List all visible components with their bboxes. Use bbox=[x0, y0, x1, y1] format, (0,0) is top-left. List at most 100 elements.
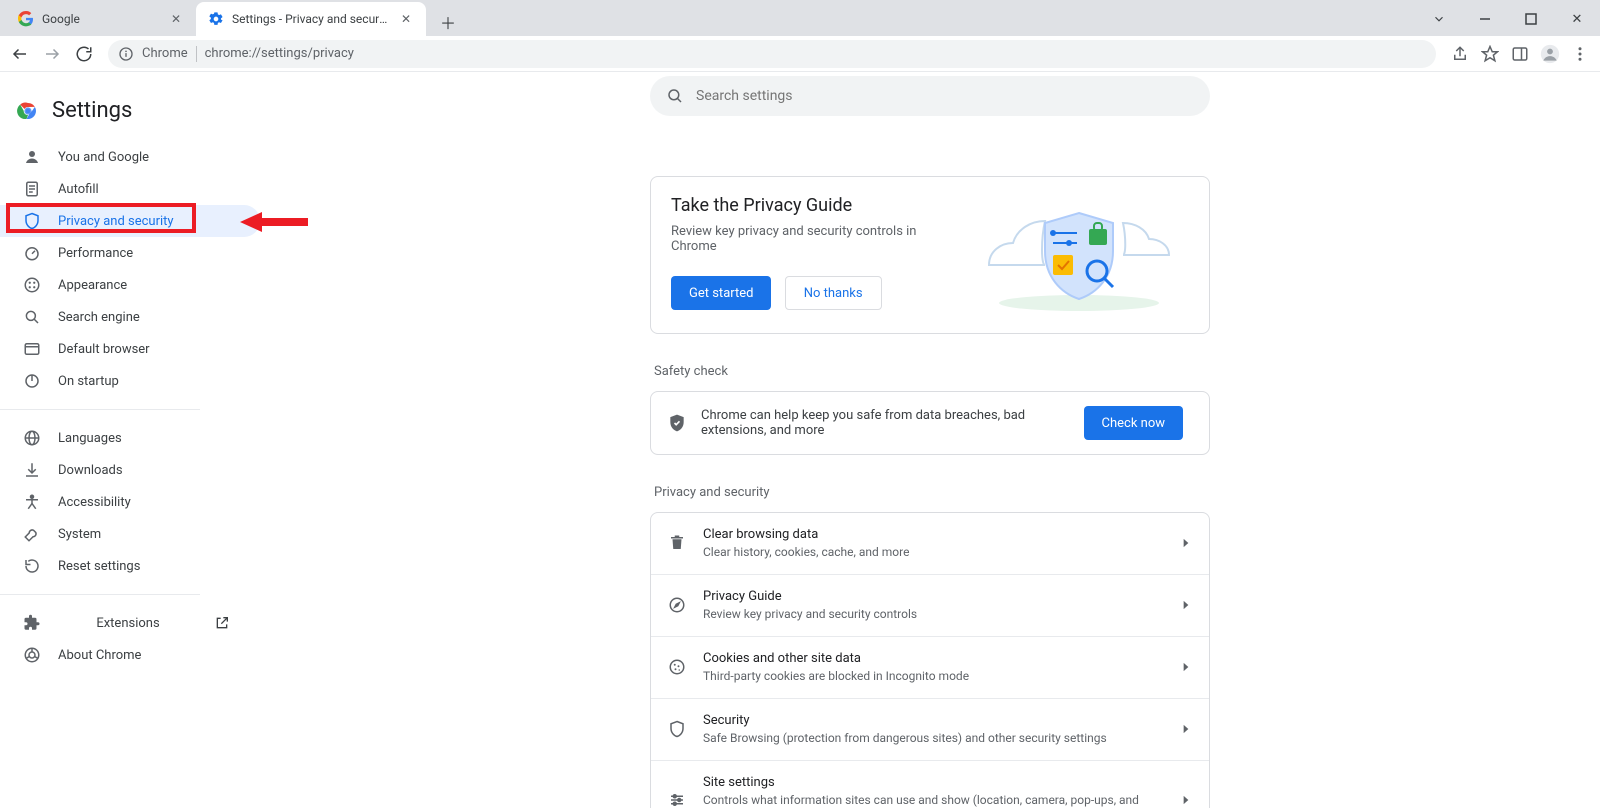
sidebar-item-languages[interactable]: Languages bbox=[0, 422, 260, 454]
sidebar-item-default-browser[interactable]: Default browser bbox=[0, 333, 260, 365]
external-icon bbox=[214, 615, 230, 631]
browser-titlebar: Google ✕ Settings - Privacy and security… bbox=[0, 0, 1600, 36]
privacy-security-heading: Privacy and security bbox=[654, 485, 1210, 500]
chevron-right-icon bbox=[1179, 660, 1193, 674]
settings-header: Settings bbox=[0, 80, 260, 141]
privacy-guide-card: Take the Privacy Guide Review key privac… bbox=[650, 176, 1210, 334]
sidebar-item-label: Default browser bbox=[58, 342, 150, 357]
safety-check-text: Chrome can help keep you safe from data … bbox=[701, 408, 1070, 438]
reload-button[interactable] bbox=[70, 40, 98, 68]
privacy-row-site-settings[interactable]: Site settingsControls what information s… bbox=[651, 760, 1209, 808]
search-icon bbox=[666, 87, 684, 105]
sidebar-item-label: Appearance bbox=[58, 278, 127, 293]
get-started-button[interactable]: Get started bbox=[671, 276, 771, 310]
sidebar-item-label: Search engine bbox=[58, 310, 140, 325]
maximize-button[interactable] bbox=[1508, 2, 1554, 36]
sidebar-item-on-startup[interactable]: On startup bbox=[0, 365, 260, 397]
privacy-row-security[interactable]: SecuritySafe Browsing (protection from d… bbox=[651, 698, 1209, 760]
sidebar-item-label: Privacy and security bbox=[58, 214, 174, 229]
sidebar-item-appearance[interactable]: Appearance bbox=[0, 269, 260, 301]
page-title: Settings bbox=[52, 98, 132, 123]
tune-icon bbox=[667, 791, 687, 808]
sidebar-item-autofill[interactable]: Autofill bbox=[0, 173, 260, 205]
row-subtitle: Third-party cookies are blocked in Incog… bbox=[703, 668, 1163, 685]
sidebar-item-label: Performance bbox=[58, 246, 133, 261]
sidebar-item-reset-settings[interactable]: Reset settings bbox=[0, 550, 260, 582]
guide-illustration bbox=[969, 195, 1189, 315]
settings-search-input[interactable] bbox=[696, 88, 1194, 104]
sidebar-item-search-engine[interactable]: Search engine bbox=[0, 301, 260, 333]
safety-check-heading: Safety check bbox=[654, 364, 1210, 379]
new-tab-button[interactable]: ＋ bbox=[434, 8, 462, 36]
sidebar-item-label: Accessibility bbox=[58, 495, 131, 510]
tab-settings-privacy[interactable]: Settings - Privacy and security ✕ bbox=[196, 2, 426, 36]
sidebar-separator bbox=[0, 409, 200, 410]
close-window-button[interactable]: ✕ bbox=[1554, 2, 1600, 36]
sidebar-item-performance[interactable]: Performance bbox=[0, 237, 260, 269]
cookie-icon bbox=[667, 658, 687, 676]
privacy-row-clear-browsing-data[interactable]: Clear browsing dataClear history, cookie… bbox=[651, 513, 1209, 574]
close-icon[interactable]: ✕ bbox=[168, 11, 184, 27]
row-subtitle: Safe Browsing (protection from dangerous… bbox=[703, 730, 1163, 747]
chrome-logo-icon bbox=[16, 99, 40, 123]
profile-button[interactable] bbox=[1536, 40, 1564, 68]
chevron-right-icon bbox=[1179, 536, 1193, 550]
row-title: Site settings bbox=[703, 774, 1163, 792]
shield-check-icon bbox=[667, 413, 687, 433]
back-button[interactable] bbox=[6, 40, 34, 68]
sidebar-item-about-chrome[interactable]: About Chrome bbox=[0, 639, 260, 671]
row-subtitle: Review key privacy and security controls bbox=[703, 606, 1163, 623]
row-title: Cookies and other site data bbox=[703, 650, 1163, 668]
sidebar-item-extensions[interactable]: Extensions bbox=[0, 607, 260, 639]
sidebar-item-you-and-google[interactable]: You and Google bbox=[0, 141, 260, 173]
sidebar-item-label: Extensions bbox=[96, 616, 159, 631]
row-subtitle: Controls what information sites can use … bbox=[703, 792, 1163, 808]
settings-page: Settings You and Google Autofill Privacy a… bbox=[0, 72, 1600, 808]
check-now-button[interactable]: Check now bbox=[1084, 406, 1184, 440]
sidebar-item-label: About Chrome bbox=[58, 648, 141, 663]
window-controls: ✕ bbox=[1416, 2, 1600, 36]
menu-button[interactable] bbox=[1566, 40, 1594, 68]
dropdown-button[interactable] bbox=[1416, 2, 1462, 36]
browser-toolbar: Chrome chrome://settings/privacy bbox=[0, 36, 1600, 72]
extension-icon bbox=[22, 614, 42, 632]
bookmark-button[interactable] bbox=[1476, 40, 1504, 68]
forward-button[interactable] bbox=[38, 40, 66, 68]
settings-search[interactable] bbox=[650, 76, 1210, 116]
sidebar-item-label: Languages bbox=[58, 431, 122, 446]
minimize-button[interactable] bbox=[1462, 2, 1508, 36]
search-icon bbox=[22, 308, 42, 326]
row-title: Privacy Guide bbox=[703, 588, 1163, 606]
settings-content: Take the Privacy Guide Review key privac… bbox=[260, 72, 1600, 808]
privacy-row-cookies-and-other-site-data[interactable]: Cookies and other site dataThird-party c… bbox=[651, 636, 1209, 698]
privacy-row-privacy-guide[interactable]: Privacy GuideReview key privacy and secu… bbox=[651, 574, 1209, 636]
sidebar-item-accessibility[interactable]: Accessibility bbox=[0, 486, 260, 518]
site-info-icon[interactable] bbox=[118, 46, 134, 62]
guide-title: Take the Privacy Guide bbox=[671, 195, 949, 216]
sidepanel-button[interactable] bbox=[1506, 40, 1534, 68]
chevron-right-icon bbox=[1179, 598, 1193, 612]
globe-icon bbox=[22, 429, 42, 447]
sidebar-item-label: You and Google bbox=[58, 150, 149, 165]
settings-favicon bbox=[208, 11, 224, 27]
sidebar-item-label: Downloads bbox=[58, 463, 123, 478]
sidebar-item-label: Reset settings bbox=[58, 559, 140, 574]
no-thanks-button[interactable]: No thanks bbox=[785, 276, 882, 310]
close-icon[interactable]: ✕ bbox=[398, 11, 414, 27]
address-bar[interactable]: Chrome chrome://settings/privacy bbox=[108, 40, 1436, 68]
privacy-security-list: Clear browsing dataClear history, cookie… bbox=[650, 512, 1210, 808]
accessibility-icon bbox=[22, 493, 42, 511]
person-icon bbox=[22, 148, 42, 166]
tab-google[interactable]: Google ✕ bbox=[6, 2, 196, 36]
wrench-icon bbox=[22, 525, 42, 543]
safety-check-card: Chrome can help keep you safe from data … bbox=[650, 391, 1210, 455]
sidebar-item-label: System bbox=[58, 527, 101, 542]
compass-icon bbox=[667, 596, 687, 614]
share-button[interactable] bbox=[1446, 40, 1474, 68]
sidebar-item-downloads[interactable]: Downloads bbox=[0, 454, 260, 486]
sidebar-item-system[interactable]: System bbox=[0, 518, 260, 550]
autofill-icon bbox=[22, 180, 42, 198]
google-favicon bbox=[18, 11, 34, 27]
sidebar-item-privacy-and-security[interactable]: Privacy and security bbox=[0, 205, 260, 237]
shield-icon bbox=[22, 212, 42, 230]
